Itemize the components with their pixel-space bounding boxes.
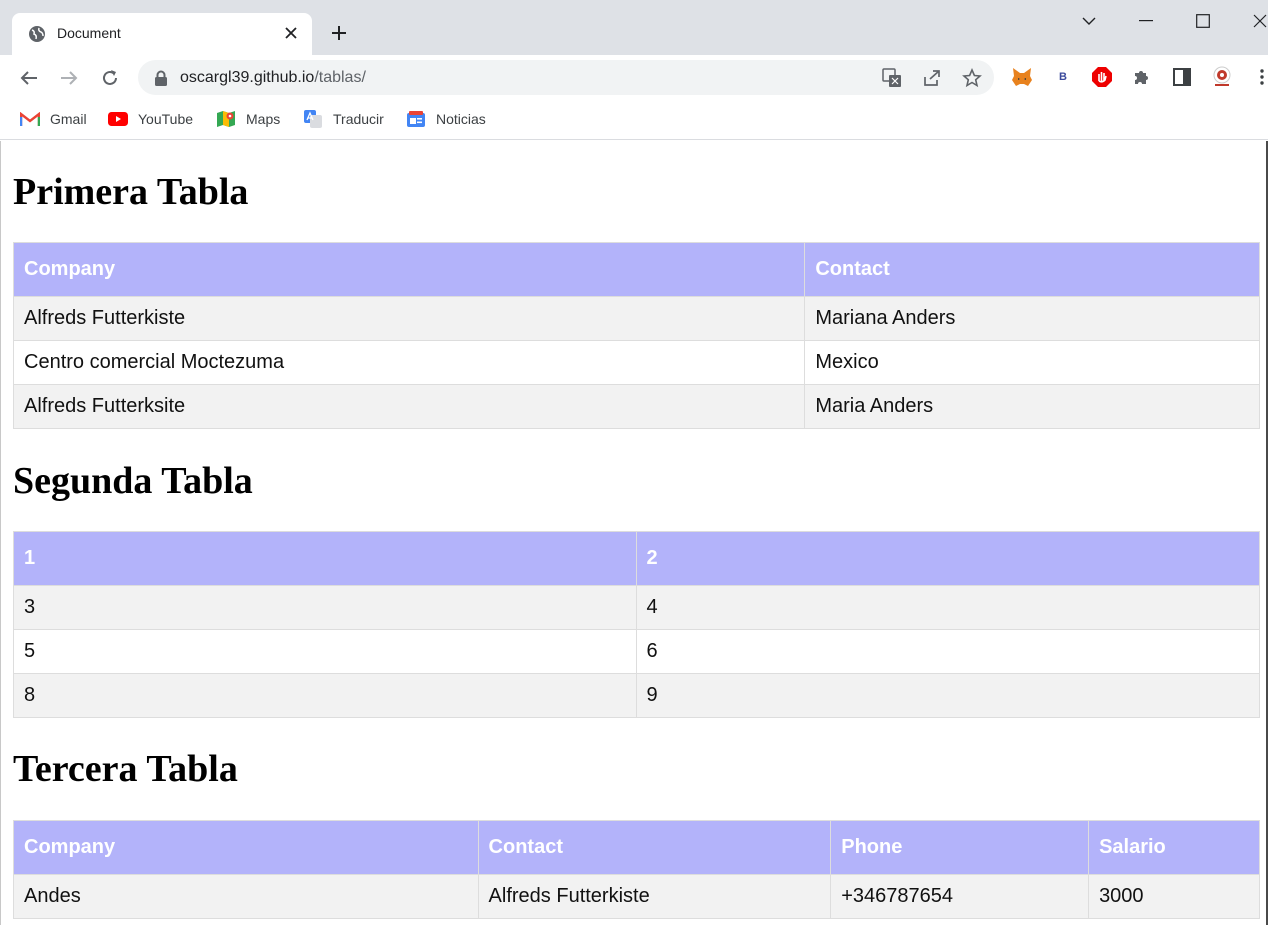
bookmark-gmail[interactable]: Gmail bbox=[20, 108, 87, 130]
table-row: 5 6 bbox=[13, 629, 1260, 674]
bookmark-traducir[interactable]: Traducir bbox=[303, 108, 384, 130]
close-tab-icon[interactable] bbox=[280, 22, 302, 44]
table-segunda: 1 2 3 4 5 6 8 9 bbox=[13, 531, 1260, 718]
table-cell: Andes bbox=[13, 874, 479, 919]
bookmarks-bar: Gmail YouTube Maps Traducir Noticias bbox=[0, 100, 1268, 140]
adblock-icon[interactable] bbox=[1090, 65, 1114, 89]
table-tercera: Company Contact Phone Salario Andes Alfr… bbox=[13, 820, 1260, 919]
column-header: Contact bbox=[477, 820, 832, 875]
bookmark-label: Maps bbox=[246, 111, 281, 127]
table-row: Alfreds Futterkiste Mariana Anders bbox=[12, 296, 1260, 341]
bookmark-label: Gmail bbox=[50, 111, 87, 127]
table-row: Andes Alfreds Futterkiste +346787654 300… bbox=[13, 874, 1260, 919]
tab-title: Document bbox=[57, 25, 121, 41]
table-cell: 6 bbox=[635, 629, 1260, 674]
reload-icon[interactable] bbox=[96, 64, 124, 92]
column-header: Company bbox=[12, 242, 806, 297]
table-cell: 8 bbox=[13, 673, 637, 718]
side-panel-icon[interactable] bbox=[1170, 65, 1194, 89]
page-title-primera: Primera Tabla bbox=[13, 171, 249, 213]
new-tab-icon[interactable] bbox=[326, 20, 352, 46]
translate-page-icon[interactable] bbox=[880, 66, 904, 90]
url-text[interactable]: oscargl39.github.io/tablas/ bbox=[180, 69, 366, 87]
extension-b-icon[interactable]: B bbox=[1051, 65, 1075, 89]
bookmark-youtube[interactable]: YouTube bbox=[108, 108, 193, 130]
table-cell: 5 bbox=[13, 629, 637, 674]
translate-icon bbox=[303, 110, 323, 128]
metamask-icon[interactable] bbox=[1010, 65, 1034, 89]
table-primera: Company Contact Alfreds Futterkiste Mari… bbox=[12, 242, 1260, 429]
table-cell: Alfreds Futterksite bbox=[12, 384, 806, 429]
column-header: 1 bbox=[13, 531, 637, 586]
youtube-icon bbox=[108, 110, 128, 128]
page-title-tercera: Tercera Tabla bbox=[13, 748, 238, 790]
address-bar[interactable]: oscargl39.github.io/tablas/ bbox=[138, 60, 994, 95]
gmail-icon bbox=[20, 110, 40, 128]
bookmark-maps[interactable]: Maps bbox=[216, 108, 280, 130]
news-icon bbox=[406, 110, 426, 128]
table-cell: Maria Anders bbox=[804, 384, 1260, 429]
globe-icon bbox=[28, 25, 46, 43]
table-cell: Mexico bbox=[804, 340, 1260, 385]
bookmark-label: YouTube bbox=[138, 111, 194, 127]
table-row: Centro comercial Moctezuma Mexico bbox=[12, 340, 1260, 385]
forward-icon[interactable] bbox=[55, 64, 83, 92]
table-header-row: Company Contact Phone Salario bbox=[13, 820, 1260, 875]
page-title-segunda: Segunda Tabla bbox=[13, 460, 253, 502]
browser-toolbar: oscargl39.github.io/tablas/ B bbox=[0, 55, 1268, 100]
url-path: /tablas/ bbox=[314, 69, 366, 86]
table-cell: Alfreds Futterkiste bbox=[477, 874, 832, 919]
extensions-puzzle-icon[interactable] bbox=[1130, 65, 1154, 89]
table-cell: 4 bbox=[635, 585, 1260, 630]
column-header: Company bbox=[13, 820, 479, 875]
maps-icon bbox=[216, 110, 236, 128]
table-cell: 3000 bbox=[1088, 874, 1260, 919]
profile-avatar-icon[interactable] bbox=[1210, 65, 1234, 89]
table-header-row: Company Contact bbox=[12, 242, 1260, 297]
column-header: Salario bbox=[1088, 820, 1260, 875]
active-tab[interactable]: Document bbox=[12, 13, 312, 55]
page-viewport: Primera Tabla Company Contact Alfreds Fu… bbox=[0, 141, 1268, 925]
tab-search-icon[interactable] bbox=[1069, 6, 1109, 36]
table-cell: 9 bbox=[635, 673, 1260, 718]
bookmark-noticias[interactable]: Noticias bbox=[406, 108, 486, 130]
table-row: 8 9 bbox=[13, 673, 1260, 718]
lock-icon[interactable] bbox=[154, 70, 168, 86]
column-header: Contact bbox=[804, 242, 1260, 297]
table-row: 3 4 bbox=[13, 585, 1260, 630]
tab-strip: Document bbox=[0, 0, 1268, 55]
table-cell: 3 bbox=[13, 585, 637, 630]
bookmark-label: Noticias bbox=[436, 111, 486, 127]
maximize-icon[interactable] bbox=[1183, 6, 1223, 36]
column-header: 2 bbox=[635, 531, 1260, 586]
table-row: Alfreds Futterksite Maria Anders bbox=[12, 384, 1260, 429]
share-icon[interactable] bbox=[920, 66, 944, 90]
column-header: Phone bbox=[830, 820, 1090, 875]
table-cell: Centro comercial Moctezuma bbox=[12, 340, 806, 385]
url-host: oscargl39.github.io bbox=[180, 69, 315, 86]
table-header-row: 1 2 bbox=[13, 531, 1260, 586]
minimize-icon[interactable] bbox=[1126, 6, 1166, 36]
back-icon[interactable] bbox=[15, 64, 43, 92]
table-cell: +346787654 bbox=[830, 874, 1090, 919]
bookmark-label: Traducir bbox=[333, 111, 384, 127]
table-cell: Mariana Anders bbox=[804, 296, 1260, 341]
menu-kebab-icon[interactable] bbox=[1250, 65, 1268, 89]
close-window-icon[interactable] bbox=[1240, 6, 1268, 36]
bookmark-star-icon[interactable] bbox=[960, 66, 984, 90]
table-cell: Alfreds Futterkiste bbox=[12, 296, 806, 341]
